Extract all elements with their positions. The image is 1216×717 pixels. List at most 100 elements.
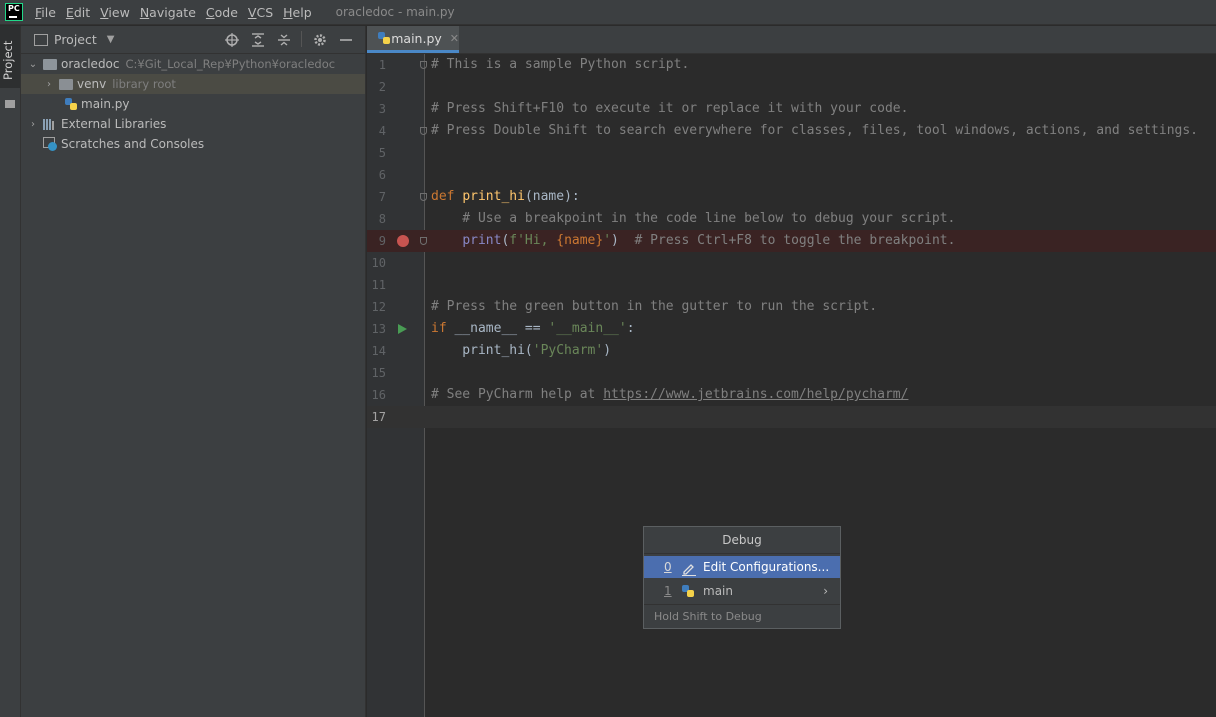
code-text: # Use a breakpoint in the code line belo…	[431, 211, 956, 226]
code-token: )	[603, 343, 612, 358]
code-line-13[interactable]: 13 if __name__ == '__main__':	[367, 318, 1216, 340]
line-number: 6	[378, 168, 386, 182]
folder-icon	[59, 78, 73, 90]
tab-main-py[interactable]: main.py ✕	[367, 26, 459, 53]
code-line-11[interactable]: 11	[367, 274, 1216, 296]
menu-bar: PC File Edit View Navigate Code VCS Help…	[0, 0, 1216, 25]
menu-help[interactable]: Help	[279, 5, 318, 20]
menu-file[interactable]: File	[31, 5, 62, 20]
fold-icon[interactable]	[420, 193, 427, 201]
line-number: 3	[378, 102, 386, 116]
code-token: )	[611, 233, 635, 248]
menu-navigate[interactable]: Navigate	[136, 5, 202, 20]
menu-item-label: main	[703, 584, 733, 598]
code-line-17[interactable]: 17	[367, 406, 1216, 428]
chevron-down-icon[interactable]: ▼	[107, 34, 115, 45]
fold-icon[interactable]	[420, 61, 427, 69]
folder-icon[interactable]	[5, 100, 15, 108]
tree-item-label: oracledoc	[61, 57, 120, 71]
chevron-right-icon[interactable]: ›	[823, 580, 828, 602]
comment: # Press Ctrl+F8 to toggle the breakpoint…	[634, 233, 956, 248]
code-text: # Press Double Shift to search everywher…	[431, 123, 1199, 138]
python-icon	[681, 584, 695, 598]
tree-item-label: main.py	[81, 97, 130, 111]
function-name: print_hi	[462, 189, 525, 204]
pencil-icon	[682, 561, 696, 576]
expand-all-icon[interactable]	[245, 31, 271, 49]
window-title: oracledoc - main.py	[335, 5, 455, 19]
project-panel: Project ▼ ⌄ oracledoc C:¥Git_Local_Rep¥P…	[21, 26, 366, 717]
chevron-right-icon[interactable]: ›	[43, 79, 55, 90]
fold-icon[interactable]	[420, 127, 427, 135]
code-line-16[interactable]: 16 # See PyCharm help at https://www.jet…	[367, 384, 1216, 406]
close-icon[interactable]: ✕	[450, 32, 459, 45]
line-number: 4	[378, 124, 386, 138]
code-line-3[interactable]: 3 # Press Shift+F10 to execute it or rep…	[367, 98, 1216, 120]
code-line-7[interactable]: 7 def print_hi(name):	[367, 186, 1216, 208]
line-number: 8	[378, 212, 386, 226]
code-line-10[interactable]: 10	[367, 252, 1216, 274]
folder-icon	[43, 58, 57, 70]
line-number: 15	[371, 366, 386, 380]
popup-title: Debug	[644, 527, 840, 554]
tree-item-main-py[interactable]: main.py	[21, 94, 365, 114]
code-line-2[interactable]: 2	[367, 76, 1216, 98]
code-line-8[interactable]: 8 # Use a breakpoint in the code line be…	[367, 208, 1216, 230]
left-tool-strip: Project	[0, 26, 21, 717]
menu-view[interactable]: View	[96, 5, 136, 20]
tree-item-venv[interactable]: › venv library root	[21, 74, 365, 94]
project-view-selector[interactable]: Project	[54, 32, 97, 47]
code-text: def print_hi(name):	[431, 186, 580, 208]
tree-item-path: C:¥Git_Local_Rep¥Python¥oracledoc	[125, 57, 336, 71]
scratches-icon	[43, 137, 57, 151]
code-token: (name):	[524, 189, 580, 204]
edit-configurations-item[interactable]: 0 Edit Configurations...	[644, 556, 840, 578]
keyword: def	[431, 189, 455, 204]
tree-item-oracledoc[interactable]: ⌄ oracledoc C:¥Git_Local_Rep¥Python¥orac…	[21, 54, 365, 74]
collapse-all-icon[interactable]	[271, 31, 297, 49]
code-line-6[interactable]: 6	[367, 164, 1216, 186]
locate-file-icon[interactable]	[219, 31, 245, 49]
string: '__main__'	[548, 321, 627, 336]
code-line-9[interactable]: 9 print(f'Hi, {name}') # Press Ctrl+F8 t…	[367, 230, 1216, 252]
tree-item-external-libraries[interactable]: › External Libraries	[21, 114, 365, 134]
run-icon[interactable]	[398, 324, 407, 334]
minimize-icon[interactable]	[333, 31, 359, 49]
mnemonic-number: 0	[664, 560, 672, 574]
code-token: print_hi(	[431, 343, 533, 358]
debug-popup: Debug 0 Edit Configurations... 1 main › …	[643, 526, 841, 629]
code-line-1[interactable]: 1 # This is a sample Python script.	[367, 54, 1216, 76]
code-line-14[interactable]: 14 print_hi('PyCharm')	[367, 340, 1216, 362]
chevron-down-icon[interactable]: ⌄	[27, 59, 39, 70]
code-line-5[interactable]: 5	[367, 142, 1216, 164]
gear-icon[interactable]	[307, 31, 333, 49]
code-line-15[interactable]: 15	[367, 362, 1216, 384]
editor-tab-bar: main.py ✕	[367, 26, 1216, 54]
tree-item-label: External Libraries	[61, 117, 167, 131]
code-token: __name__ ==	[446, 321, 549, 336]
chevron-right-icon[interactable]: ›	[27, 119, 39, 130]
line-number: 9	[378, 234, 386, 248]
code-text: # See PyCharm help at https://www.jetbra…	[431, 384, 908, 406]
code-line-4[interactable]: 4 # Press Double Shift to search everywh…	[367, 120, 1216, 142]
menu-code[interactable]: Code	[202, 5, 244, 20]
breakpoint-icon[interactable]	[397, 235, 409, 247]
run-config-main-item[interactable]: 1 main ›	[644, 580, 840, 602]
tree-item-label: Scratches and Consoles	[61, 137, 205, 151]
string: f'Hi,	[509, 233, 557, 248]
line-number: 17	[371, 410, 386, 424]
fold-icon[interactable]	[420, 237, 427, 245]
code-line-12[interactable]: 12 # Press the green button in the gutte…	[367, 296, 1216, 318]
tree-item-scratches[interactable]: Scratches and Consoles	[21, 134, 365, 154]
menu-vcs[interactable]: VCS	[244, 5, 279, 20]
python-file-icon	[64, 97, 78, 111]
menu-edit[interactable]: Edit	[62, 5, 96, 20]
help-link[interactable]: https://www.jetbrains.com/help/pycharm/	[603, 387, 908, 402]
line-number: 10	[371, 256, 386, 270]
tree-item-label: venv	[77, 77, 107, 91]
code-token: :	[626, 321, 635, 336]
library-icon	[43, 118, 57, 130]
line-number: 1	[378, 58, 386, 72]
project-tool-tab[interactable]: Project	[0, 26, 20, 88]
